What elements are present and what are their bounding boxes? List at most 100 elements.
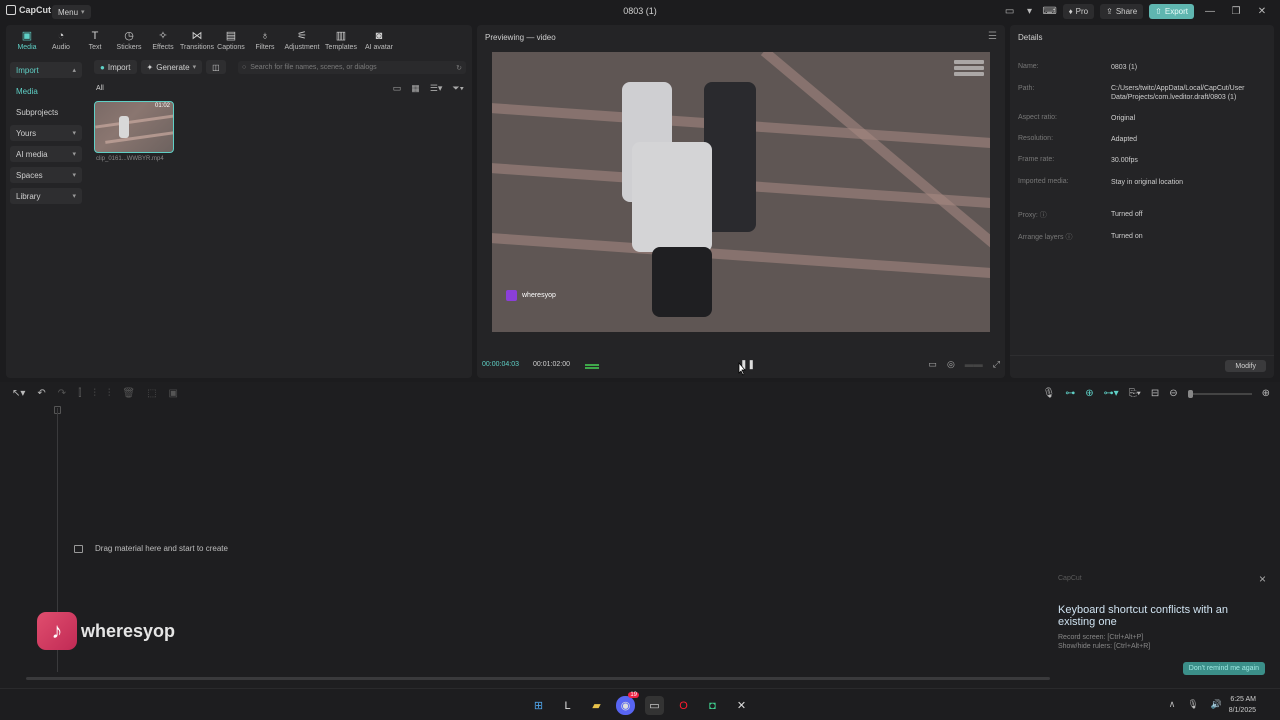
sidebar-item-media[interactable]: Media: [10, 83, 82, 99]
ratio-icon[interactable]: ▭: [928, 359, 937, 370]
undo-icon[interactable]: ↶: [37, 388, 45, 399]
preview-title: Previewing — video: [485, 33, 556, 42]
split-right-icon[interactable]: ⫶: [108, 388, 111, 399]
generate-button[interactable]: ✦ Generate ▾: [140, 60, 203, 74]
timeline-toolbar: ↖▾ ↶ ↷ ⫿ ⫶ ⫶ 🗑 ⬚ ▣: [12, 388, 178, 399]
close-window-icon[interactable]: ✕: [1252, 6, 1272, 17]
hamburger-icon[interactable]: ☰: [988, 31, 997, 42]
export-button[interactable]: ⇧ Export: [1149, 4, 1194, 19]
timeline-scrollbar[interactable]: [26, 677, 1050, 680]
clock-time: 6:25 AM: [1230, 696, 1256, 703]
zoom-out-icon[interactable]: ⊖: [1169, 388, 1177, 399]
media-icon: ▣: [21, 30, 33, 42]
tab-adjustment[interactable]: ⚟ Adjustment: [282, 27, 322, 52]
tab-effects[interactable]: ✧ Effects: [146, 27, 180, 52]
tab-label: Text: [88, 44, 102, 51]
file-explorer-icon[interactable]: ▰: [587, 696, 606, 715]
game-app-icon[interactable]: ◘: [703, 696, 722, 715]
sidebar-item-ai-media[interactable]: AI media ▾: [10, 146, 82, 162]
system-clock[interactable]: 6:25 AM 8/1/2025: [1229, 694, 1256, 716]
sidebar-item-label: Library: [16, 191, 41, 201]
fullscreen-icon[interactable]: ⤢: [993, 359, 1000, 370]
minimize-icon[interactable]: —: [1200, 6, 1220, 17]
zoom-in-icon[interactable]: ⊕: [1262, 388, 1270, 399]
tab-templates[interactable]: ▥ Templates: [322, 27, 360, 52]
pro-button[interactable]: ♦ Pro: [1062, 4, 1095, 19]
sort-icon[interactable]: ☰▾: [430, 83, 443, 94]
shortcuts-icon[interactable]: ⌨: [1042, 5, 1056, 19]
tab-label: Transitions: [180, 44, 214, 51]
layout-icon[interactable]: ▭: [1003, 5, 1017, 19]
microphone-icon[interactable]: 🎙: [1043, 388, 1056, 399]
tab-media[interactable]: ▣ Media: [10, 27, 44, 52]
sidebar-item-subprojects[interactable]: Subprojects: [10, 104, 82, 120]
sidebar-item-library[interactable]: Library ▾: [10, 188, 82, 204]
close-icon[interactable]: ×: [1259, 572, 1266, 586]
effects-icon: ✧: [158, 30, 168, 42]
link-icon[interactable]: ⊶: [1065, 388, 1075, 399]
media-panel: ▣ Media ◔ Audio T Text ◷ Stickers ✧ Effects ⋈…: [6, 25, 472, 378]
microphone-tray-icon[interactable]: 🎙: [1187, 699, 1198, 710]
preview-axis-icon[interactable]: ⎘▾: [1129, 388, 1141, 399]
crop-icon[interactable]: ⬚: [147, 388, 156, 399]
search-input[interactable]: ○ Search for file names, scenes, or dial…: [238, 61, 466, 74]
detail-value: C:/Users/twitc/AppData/Local/CapCut/User…: [1111, 85, 1245, 101]
tab-label: Effects: [152, 44, 174, 51]
tray-chevron-icon[interactable]: ∧: [1169, 699, 1176, 710]
media-thumbnail[interactable]: 01:02: [94, 101, 174, 153]
select-cursor-icon[interactable]: ↖▾: [12, 388, 25, 399]
tab-label: Stickers: [116, 44, 142, 51]
toast-app-name: CapCut: [1058, 575, 1082, 582]
volume-icon[interactable]: 🔊: [1211, 699, 1222, 710]
generate-label: Generate: [156, 62, 190, 72]
zoom-slider[interactable]: [1187, 389, 1252, 398]
split-icon[interactable]: ⫿: [78, 388, 81, 399]
delete-icon[interactable]: 🗑: [122, 388, 135, 399]
sidebar-item-import[interactable]: Import ▴: [10, 62, 82, 78]
tab-text[interactable]: T Text: [78, 27, 112, 52]
media-sidebar: Import ▴ Media Subprojects Yours ▾ AI medi…: [10, 62, 82, 209]
windows-start-icon[interactable]: ⊞: [529, 696, 548, 715]
filter-icon[interactable]: ⏷▾: [452, 83, 464, 94]
modify-button[interactable]: Modify: [1225, 360, 1266, 372]
chevron-down-icon: ▾: [192, 64, 197, 71]
camera-icon: ◫: [212, 62, 220, 72]
record-button[interactable]: ◫: [206, 60, 226, 74]
opera-icon[interactable]: O: [674, 696, 693, 715]
dont-remind-button[interactable]: Don't remind me again: [1182, 662, 1265, 675]
quality-icon[interactable]: ▬▬: [965, 359, 983, 370]
sidebar-item-yours[interactable]: Yours ▾: [10, 125, 82, 141]
app-l-icon[interactable]: L: [558, 696, 577, 715]
restore-icon[interactable]: ❐: [1226, 6, 1246, 17]
capcut-taskbar-icon[interactable]: ✕: [732, 696, 751, 715]
redo-icon[interactable]: ↷: [58, 388, 66, 399]
refresh-icon[interactable]: ↻: [456, 64, 462, 72]
share-label: Share: [1115, 7, 1138, 16]
folder-icon[interactable]: ▭: [393, 83, 402, 94]
caption-track-icon[interactable]: ⊟: [1151, 388, 1159, 399]
court-line: [760, 52, 990, 287]
grid-view-icon[interactable]: ▦: [411, 83, 420, 94]
share-icon: ⇪: [1106, 7, 1113, 16]
audio-icon: ◔: [57, 30, 65, 42]
drag-hint: Drag material here and start to create: [74, 544, 228, 553]
fit-icon[interactable]: ◎: [947, 359, 955, 370]
tab-filters[interactable]: ♁ Filters: [248, 27, 282, 52]
magnet-icon[interactable]: ⊕: [1085, 388, 1093, 399]
tab-stickers[interactable]: ◷ Stickers: [112, 27, 146, 52]
discord-icon[interactable]: ◉ 19: [616, 692, 639, 715]
terminal-icon[interactable]: ▭: [645, 696, 664, 715]
tab-ai-avatar[interactable]: ◙ AI avatar: [360, 27, 398, 52]
tab-audio[interactable]: ◔ Audio: [44, 27, 78, 52]
snap-icon[interactable]: ⊶▾: [1104, 388, 1119, 399]
split-left-icon[interactable]: ⫶: [93, 388, 96, 399]
tab-transitions[interactable]: ⋈ Transitions: [180, 27, 214, 52]
sidebar-item-spaces[interactable]: Spaces ▾: [10, 167, 82, 183]
freeze-icon[interactable]: ▣: [169, 388, 178, 399]
import-button[interactable]: ● Import: [94, 60, 137, 74]
tab-captions[interactable]: ▤ Captions: [214, 27, 248, 52]
layout-dropdown-icon[interactable]: ▾: [1023, 5, 1037, 19]
timeline-right-tools: 🎙 ⊶ ⊕ ⊶▾ ⎘▾ ⊟ ⊖ ⊕: [1043, 388, 1271, 399]
sidebar-item-label: Yours: [16, 128, 37, 138]
share-button[interactable]: ⇪ Share: [1100, 4, 1144, 19]
